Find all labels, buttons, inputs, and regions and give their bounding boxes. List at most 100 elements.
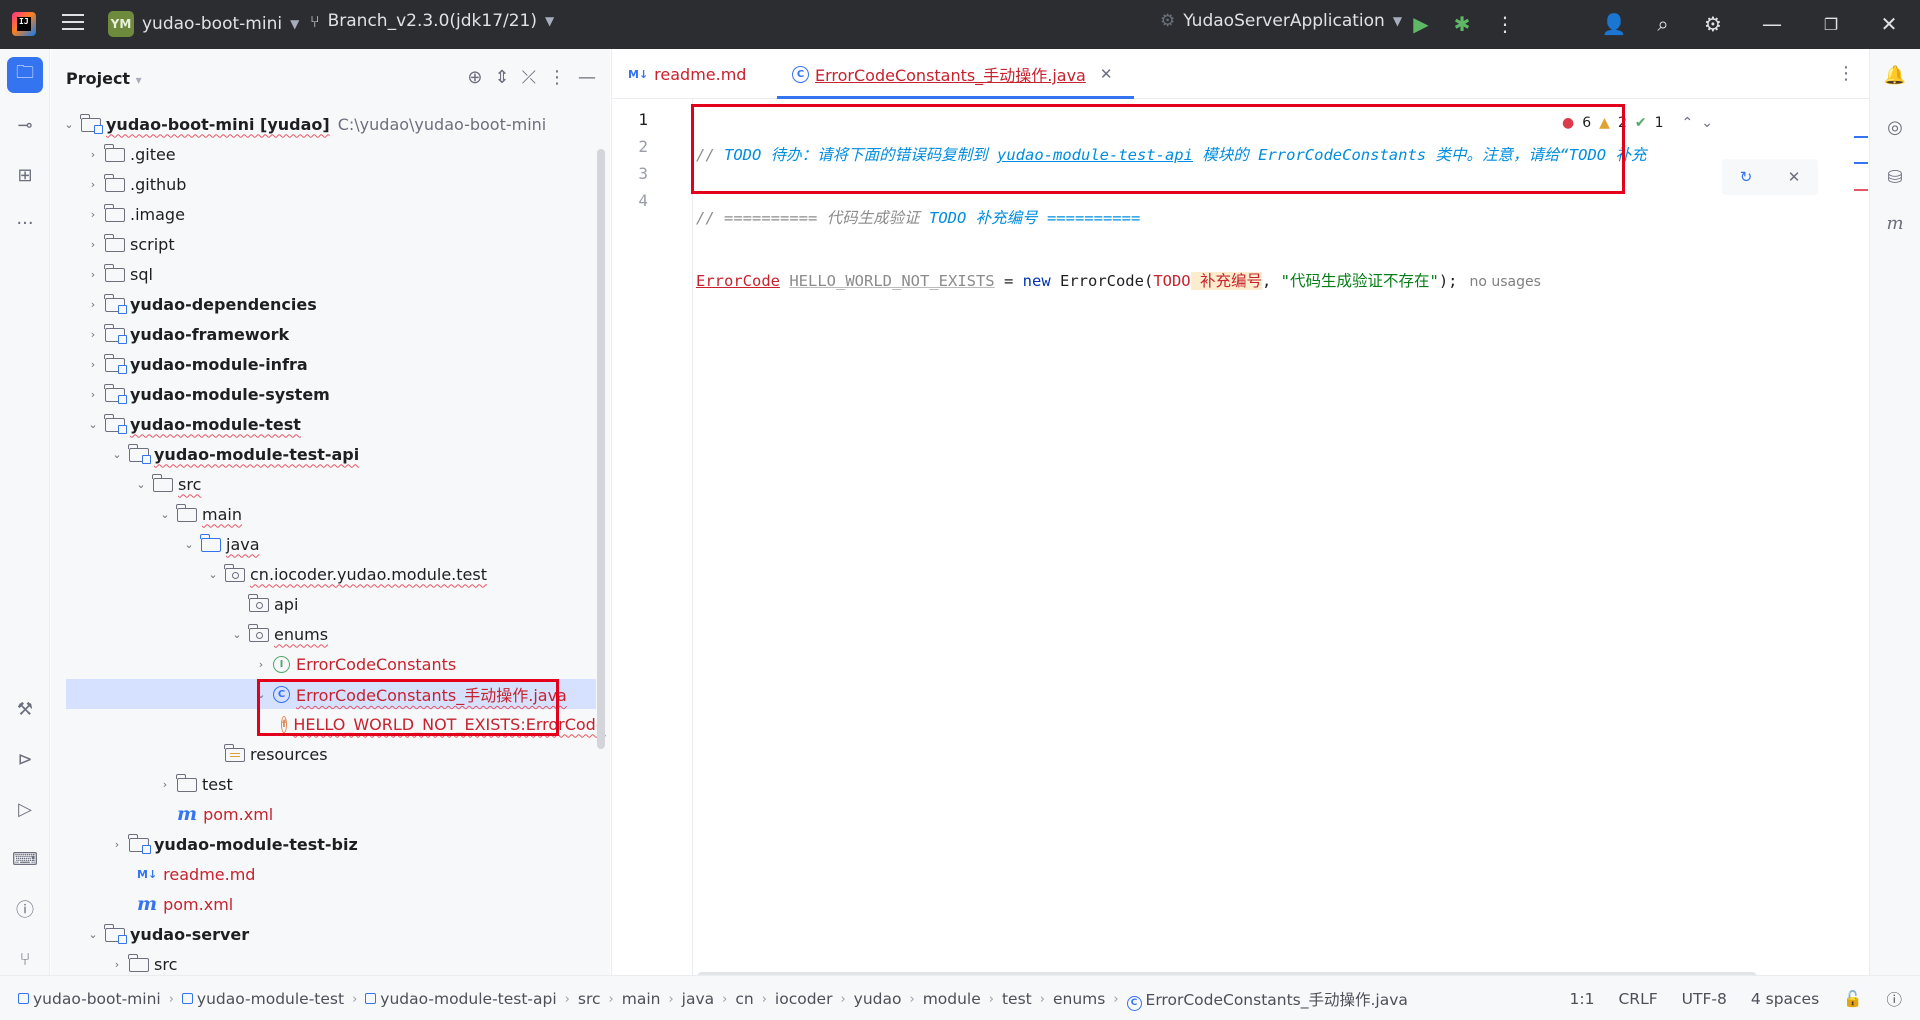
breadcrumb-item[interactable]: yudao xyxy=(854,990,902,1008)
tree-item-yudao-module-system[interactable]: › yudao-module-system xyxy=(51,379,596,409)
run-icon[interactable]: ▶ xyxy=(1408,11,1434,37)
code-line-3[interactable]: ErrorCode HELLO_WORLD_NOT_EXISTS = new E… xyxy=(696,268,1696,295)
add-user-icon[interactable]: 👤 xyxy=(1601,11,1627,37)
tree-item-errorcodeconstants-manual[interactable]: ⌄ C ErrorCodeConstants_手动操作.java xyxy=(66,679,596,709)
breadcrumb-item[interactable]: iocoder xyxy=(775,990,833,1008)
breadcrumb-item[interactable]: cn xyxy=(735,990,753,1008)
chevron-down-icon[interactable]: ⌄ xyxy=(85,928,101,941)
git-tool-icon[interactable]: ⑂ xyxy=(7,941,43,977)
chevron-right-icon[interactable]: › xyxy=(85,148,101,161)
tree-item-resources[interactable]: resources xyxy=(51,739,596,769)
tree-item-pom-api[interactable]: m pom.xml xyxy=(51,799,596,829)
build-tool-icon[interactable]: ⚒ xyxy=(7,691,43,727)
options-icon[interactable]: ⋮ xyxy=(548,67,566,88)
tree-item-github[interactable]: › .github xyxy=(51,169,596,199)
caret-position[interactable]: 1:1 xyxy=(1570,990,1595,1008)
code-line-4[interactable] xyxy=(696,331,1696,358)
project-tool-icon[interactable]: 🗀 xyxy=(7,57,43,93)
ai-assistant-icon[interactable]: ◎ xyxy=(1879,111,1911,143)
chevron-down-icon[interactable]: ⌄ xyxy=(229,628,245,641)
close-tab-icon[interactable]: ✕ xyxy=(1100,65,1113,83)
chevron-right-icon[interactable]: › xyxy=(109,838,125,851)
database-icon[interactable]: ⛁ xyxy=(1879,161,1911,193)
terminal-tool-icon[interactable]: ⌨ xyxy=(7,841,43,877)
problems-icon[interactable]: ⓘ xyxy=(1886,988,1902,1010)
chevron-down-icon[interactable]: ⌄ xyxy=(61,118,77,131)
chevron-right-icon[interactable]: › xyxy=(85,358,101,371)
maven-reload-icon[interactable]: ↻ xyxy=(1740,168,1753,186)
minimize-icon[interactable]: — xyxy=(1759,11,1785,37)
tree-item-yudao-framework[interactable]: › yudao-framework xyxy=(51,319,596,349)
chevron-down-icon[interactable]: ⌄ xyxy=(157,508,173,521)
file-encoding[interactable]: UTF-8 xyxy=(1682,990,1727,1008)
commit-tool-icon[interactable]: ⊸ xyxy=(7,107,43,143)
tree-item-sql[interactable]: › sql xyxy=(51,259,596,289)
breadcrumb-item[interactable]: main xyxy=(622,990,661,1008)
main-menu-icon[interactable] xyxy=(62,14,84,34)
expand-all-icon[interactable]: ⇕ xyxy=(495,67,510,88)
more-tools-icon[interactable]: ··· xyxy=(7,205,43,241)
tree-item-src[interactable]: ⌄ src xyxy=(51,469,596,499)
more-actions-icon[interactable]: ⋮ xyxy=(1492,11,1518,37)
tree-item-yudao-module-test-biz[interactable]: › yudao-module-test-biz xyxy=(51,829,596,859)
services-tool-icon[interactable]: ⊳ xyxy=(7,741,43,777)
chevron-down-icon[interactable]: ⌄ xyxy=(133,478,149,491)
branch-switcher[interactable]: ⑂ Branch_v2.3.0(jdk17/21) ▼ xyxy=(310,11,554,31)
chevron-right-icon[interactable]: › xyxy=(85,328,101,341)
chevron-down-icon[interactable]: ⌄ xyxy=(109,448,125,461)
next-highlight-icon[interactable]: ⌄ xyxy=(1701,115,1713,131)
code-line-2[interactable]: // ========== 代码生成验证 TODO 补充编号 =========… xyxy=(696,205,1696,232)
settings-icon[interactable]: ⚙ xyxy=(1700,11,1726,37)
chevron-right-icon[interactable]: › xyxy=(85,298,101,311)
tree-item-test[interactable]: › test xyxy=(51,769,596,799)
breadcrumb-item[interactable]: C ErrorCodeConstants_手动操作.java xyxy=(1126,988,1408,1011)
prev-highlight-icon[interactable]: ⌃ xyxy=(1682,115,1694,131)
tab-errorcodeconstants-manual[interactable]: C ErrorCodeConstants_手动操作.java ✕ xyxy=(776,49,1135,99)
line-separator[interactable]: CRLF xyxy=(1618,990,1657,1008)
tree-item-enums[interactable]: ⌄ enums xyxy=(51,619,596,649)
tree-item-api[interactable]: api xyxy=(51,589,596,619)
tree-item-yudao-module-test-api[interactable]: ⌄ yudao-module-test-api xyxy=(51,439,596,469)
chevron-right-icon[interactable]: › xyxy=(109,958,125,971)
tree-item-java[interactable]: ⌄ java xyxy=(51,529,596,559)
tree-item-gitee[interactable]: › .gitee xyxy=(51,139,596,169)
tree-item-package-test[interactable]: ⌄ cn.iocoder.yudao.module.test xyxy=(51,559,596,589)
tabs-options-icon[interactable]: ⋮ xyxy=(1837,63,1855,84)
code-line-1[interactable]: // TODO 待办：请将下面的错误码复制到 yudao-module-test… xyxy=(696,142,1696,169)
project-panel-title[interactable]: Project ▾ xyxy=(66,69,142,88)
breadcrumb-item[interactable]: test xyxy=(1002,990,1032,1008)
inspection-widget[interactable]: ● 6 ▲ 2 ✔ 1 ⌃ ⌄ xyxy=(1562,115,1713,131)
readonly-lock-icon[interactable]: 🔓 xyxy=(1843,990,1862,1008)
restore-icon[interactable]: ❐ xyxy=(1818,11,1844,37)
chevron-right-icon[interactable]: › xyxy=(85,178,101,191)
tree-item-yudao-module-infra[interactable]: › yudao-module-infra xyxy=(51,349,596,379)
chevron-right-icon[interactable]: › xyxy=(85,268,101,281)
chevron-down-icon[interactable]: ⌄ xyxy=(181,538,197,551)
tree-item-errorcodeconstants[interactable]: › I ErrorCodeConstants xyxy=(51,649,596,679)
breadcrumb-item[interactable]: yudao-boot-mini xyxy=(18,990,161,1008)
debug-icon[interactable]: ✱ xyxy=(1449,11,1475,37)
chevron-down-icon[interactable]: ⌄ xyxy=(85,418,101,431)
chevron-right-icon[interactable]: › xyxy=(253,658,269,671)
breadcrumb-item[interactable]: module xyxy=(923,990,981,1008)
breadcrumb-item[interactable]: yudao-module-test xyxy=(181,990,344,1008)
chevron-right-icon[interactable]: › xyxy=(85,208,101,221)
tree-item-yudao-module-test[interactable]: ⌄ yudao-module-test xyxy=(51,409,596,439)
run-tool-icon[interactable]: ▷ xyxy=(7,791,43,827)
chevron-right-icon[interactable]: › xyxy=(85,238,101,251)
collapse-all-icon[interactable]: ⤫ xyxy=(522,67,536,88)
tree-item-root[interactable]: ⌄ yudao-boot-mini [yudao] C:\yudao\yudao… xyxy=(51,109,596,139)
structure-tool-icon[interactable]: ⊞ xyxy=(7,157,43,193)
chevron-down-icon[interactable]: ⌄ xyxy=(253,688,269,701)
breadcrumb-item[interactable]: enums xyxy=(1053,990,1105,1008)
run-config-selector[interactable]: ⚙ YudaoServerApplication ▼ xyxy=(1160,11,1402,31)
code-area[interactable]: // TODO 待办：请将下面的错误码复制到 yudao-module-test… xyxy=(696,106,1696,394)
notifications-icon[interactable]: 🔔 xyxy=(1879,59,1911,91)
problems-tool-icon[interactable]: ⓘ xyxy=(7,891,43,927)
chevron-right-icon[interactable]: › xyxy=(157,778,173,791)
search-icon[interactable]: ⌕ xyxy=(1650,11,1676,37)
intellij-logo-icon[interactable]: IJ xyxy=(12,12,36,36)
close-icon[interactable]: ✕ xyxy=(1788,168,1801,186)
chevron-right-icon[interactable]: › xyxy=(85,388,101,401)
breadcrumb-item[interactable]: yudao-module-test-api xyxy=(365,990,557,1008)
